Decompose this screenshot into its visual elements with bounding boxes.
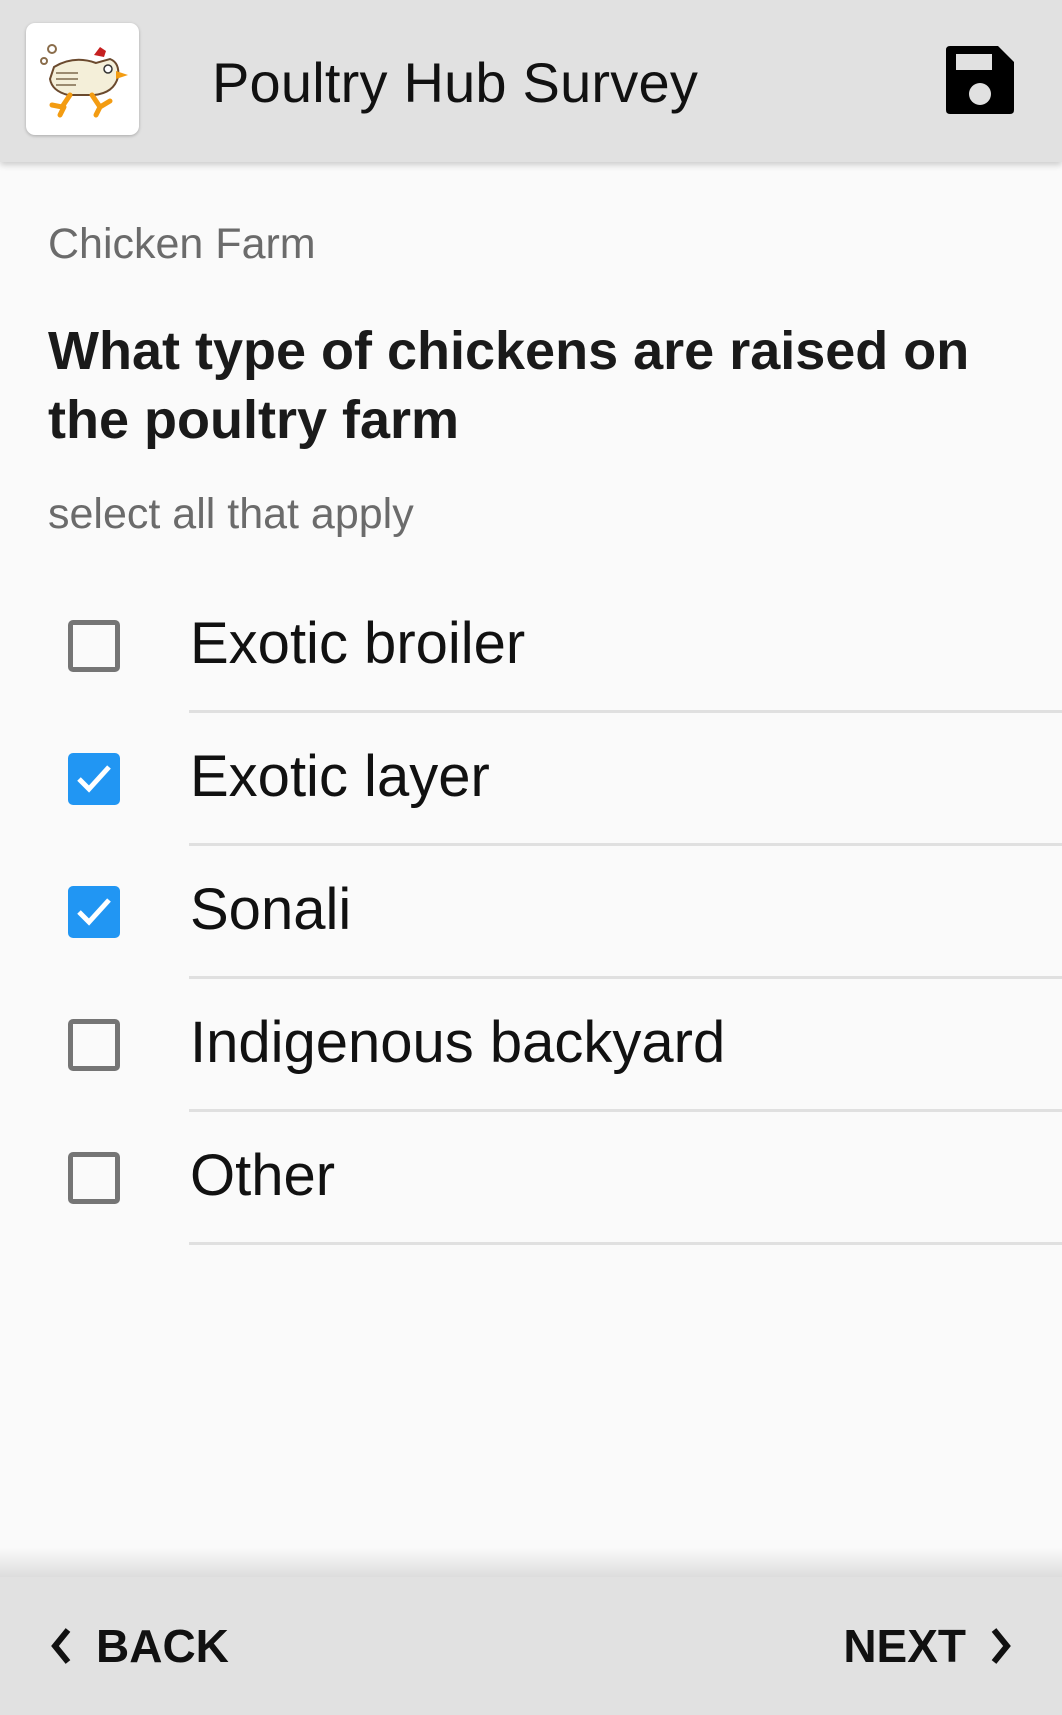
group-label: Chicken Farm [48, 220, 316, 268]
checkbox-checked[interactable] [68, 886, 120, 938]
question-hint: select all that apply [48, 490, 414, 538]
checkbox-unchecked[interactable] [68, 1152, 120, 1204]
save-icon [946, 46, 1014, 114]
check-icon [77, 898, 111, 926]
app-header: Poultry Hub Survey [0, 0, 1062, 162]
checkbox-unchecked[interactable] [68, 1019, 120, 1071]
footer-shadow [0, 1548, 1062, 1578]
divider [189, 1242, 1062, 1245]
option-label: Exotic broiler [190, 611, 526, 676]
option-exotic-broiler[interactable]: Exotic broiler [0, 580, 1062, 713]
question-text: What type of chickens are raised on the … [48, 321, 970, 450]
back-label: BACK [96, 1620, 229, 1672]
option-other[interactable]: Other [0, 1112, 1062, 1245]
option-label: Indigenous backyard [190, 1010, 726, 1075]
checkbox-unchecked[interactable] [68, 620, 120, 672]
checkbox-checked[interactable] [68, 753, 120, 805]
chevron-right-icon [991, 1628, 1011, 1664]
next-button[interactable]: NEXT [843, 1620, 1012, 1672]
save-button[interactable] [942, 42, 1018, 118]
back-button[interactable]: BACK [50, 1620, 229, 1672]
running-chicken-logo-icon [26, 23, 139, 135]
check-icon [77, 765, 111, 793]
option-list: Exotic broiler Exotic layer Sonali Indig… [0, 580, 1062, 1245]
option-sonali[interactable]: Sonali [0, 846, 1062, 979]
next-label: NEXT [843, 1620, 966, 1672]
option-exotic-layer[interactable]: Exotic layer [0, 713, 1062, 846]
chevron-left-icon [51, 1628, 71, 1664]
app-title: Poultry Hub Survey [212, 51, 699, 114]
option-label: Sonali [190, 877, 352, 942]
option-label: Exotic layer [190, 744, 490, 809]
navigation-footer: BACK NEXT [0, 1577, 1062, 1715]
option-indigenous-backyard[interactable]: Indigenous backyard [0, 979, 1062, 1112]
option-label: Other [190, 1143, 336, 1208]
